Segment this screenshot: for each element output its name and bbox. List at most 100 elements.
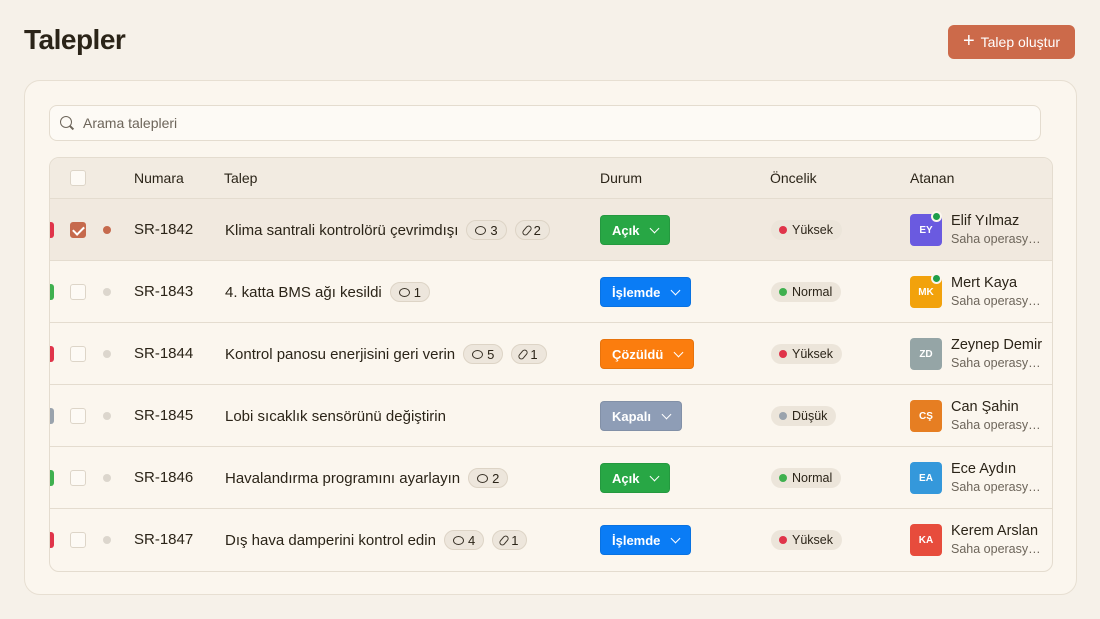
attachment-count-badge: 1	[511, 344, 547, 364]
request-title-cell[interactable]: 4. katta BMS ağı kesildi 1	[225, 280, 430, 304]
table-row[interactable]: SR-1847 Dış hava damperini kontrol edin 4 1…	[50, 509, 1052, 571]
assignee-cell[interactable]: ZD Zeynep Demir Saha operasyonları	[910, 335, 1052, 373]
request-title[interactable]: Kontrol panosu enerjisini geri verin	[225, 346, 455, 363]
row-checkbox[interactable]	[70, 408, 86, 424]
paperclip-icon	[520, 223, 533, 237]
request-title[interactable]: Lobi sıcaklık sensörünü değiştirin	[225, 408, 446, 425]
online-status-dot	[931, 273, 942, 284]
assignee-team: Saha operasyonları	[951, 480, 1046, 494]
request-title[interactable]: Havalandırma programını ayarlayın	[225, 470, 460, 487]
comment-count-badge: 4	[443, 530, 485, 550]
avatar: ZD	[910, 338, 942, 370]
comment-count: 4	[467, 532, 476, 548]
request-title[interactable]: 4. katta BMS ağı kesildi	[225, 284, 382, 301]
unread-dot	[103, 226, 111, 234]
row-checkbox[interactable]	[70, 222, 86, 238]
column-header-priority[interactable]: Öncelik	[770, 170, 817, 186]
request-title-cell[interactable]: Lobi sıcaklık sensörünü değiştirin	[225, 404, 446, 428]
request-title[interactable]: Dış hava damperini kontrol edin	[225, 532, 436, 549]
priority-indicator-bar	[50, 532, 54, 548]
request-number[interactable]: SR-1846	[134, 469, 193, 486]
paperclip-icon	[517, 347, 530, 361]
comment-count-badge: 5	[463, 344, 504, 364]
comment-count: 5	[487, 346, 495, 362]
request-number[interactable]: SR-1845	[134, 407, 193, 424]
request-title[interactable]: Klima santrali kontrolörü çevrimdışı	[225, 222, 458, 239]
avatar-initials: MK	[918, 286, 934, 298]
request-number[interactable]: SR-1843	[134, 283, 193, 300]
status-dropdown[interactable]: Açık	[600, 215, 671, 245]
read-dot	[103, 474, 111, 482]
row-checkbox[interactable]	[70, 284, 86, 300]
paperclip-icon	[498, 533, 511, 547]
assignee-name: Mert Kaya	[951, 275, 1018, 291]
status-dropdown[interactable]: İşlemde	[600, 277, 692, 307]
assignee-cell[interactable]: KA Kerem Arslan Saha operasyonları	[910, 521, 1052, 559]
table-row[interactable]: SR-1845 Lobi sıcaklık sensörünü değiştiri…	[50, 385, 1052, 447]
assignee-cell[interactable]: MK Mert Kaya Saha operasyonları	[910, 273, 1052, 311]
assignee-name: Kerem Arslan	[951, 523, 1039, 539]
request-title-cell[interactable]: Kontrol panosu enerjisini geri verin 5 1	[225, 342, 547, 366]
attachment-count: 1	[511, 532, 519, 548]
column-header-number[interactable]: Numara	[134, 170, 184, 186]
table-row[interactable]: SR-1842 Klima santrali kontrolörü çevrimd…	[50, 199, 1052, 261]
assignee-cell[interactable]: CŞ Can Şahin Saha operasyonları	[910, 397, 1052, 435]
create-request-label: Talep oluştur	[980, 34, 1061, 50]
assignee-name: Ece Aydın	[951, 461, 1017, 477]
priority-dot	[779, 350, 787, 358]
request-number[interactable]: SR-1842	[134, 221, 193, 238]
assignee-team: Saha operasyonları	[951, 356, 1046, 370]
request-title-cell[interactable]: Havalandırma programını ayarlayın 2	[225, 466, 509, 490]
status-dropdown[interactable]: Açık	[600, 463, 671, 493]
priority-label: Normal	[792, 471, 833, 485]
request-title-cell[interactable]: Dış hava damperini kontrol edin 4 1	[225, 528, 528, 552]
row-checkbox[interactable]	[70, 346, 86, 362]
priority-label: Düşük	[792, 409, 828, 423]
online-status-dot	[931, 211, 942, 222]
read-dot	[103, 350, 111, 358]
select-all-checkbox[interactable]	[70, 170, 86, 186]
request-title-cell[interactable]: Klima santrali kontrolörü çevrimdışı 3 2	[225, 218, 550, 242]
create-request-button[interactable]: + Talep oluştur	[948, 25, 1075, 59]
column-header-request[interactable]: Talep	[224, 170, 257, 186]
plus-icon: +	[962, 30, 975, 52]
request-number[interactable]: SR-1844	[134, 345, 193, 362]
chevron-down-icon	[650, 471, 660, 481]
avatar-initials: EY	[919, 224, 933, 236]
request-number[interactable]: SR-1847	[134, 531, 193, 548]
row-checkbox[interactable]	[70, 470, 86, 486]
priority-badge: Yüksek	[771, 220, 842, 240]
row-checkbox[interactable]	[70, 532, 86, 548]
attachment-count-badge: 1	[492, 530, 528, 550]
column-header-status[interactable]: Durum	[600, 170, 642, 186]
priority-indicator-bar	[50, 346, 54, 362]
column-header-assignee[interactable]: Atanan	[910, 170, 954, 186]
priority-dot	[779, 536, 787, 544]
assignee-cell[interactable]: EY Elif Yılmaz Saha operasyonları	[910, 211, 1052, 249]
avatar-initials: CŞ	[919, 410, 933, 422]
status-dropdown[interactable]: İşlemde	[600, 525, 692, 555]
chevron-down-icon	[670, 533, 681, 543]
comment-icon	[398, 287, 410, 297]
priority-badge: Yüksek	[771, 344, 842, 364]
status-label: Açık	[612, 222, 640, 238]
search-box[interactable]	[49, 105, 1041, 141]
status-dropdown[interactable]: Çözüldü	[600, 339, 695, 369]
search-icon	[60, 115, 75, 131]
chevron-down-icon	[673, 347, 684, 357]
assignee-cell[interactable]: EA Ece Aydın Saha operasyonları	[910, 459, 1052, 497]
table-row[interactable]: SR-1843 4. katta BMS ağı kesildi 1 İşlemde N…	[50, 261, 1052, 323]
assignee-name: Zeynep Demir	[951, 337, 1043, 353]
chevron-down-icon	[661, 409, 672, 419]
table-row[interactable]: SR-1844 Kontrol panosu enerjisini geri ve…	[50, 323, 1052, 385]
read-dot	[103, 412, 111, 420]
priority-dot	[779, 226, 787, 234]
search-input[interactable]	[83, 115, 983, 131]
status-dropdown[interactable]: Kapalı	[600, 401, 683, 431]
comment-icon	[452, 535, 464, 545]
comment-count-badge: 3	[466, 220, 507, 240]
priority-indicator-bar	[50, 470, 54, 486]
priority-indicator-bar	[50, 284, 54, 300]
avatar: EA	[910, 462, 942, 494]
table-row[interactable]: SR-1846 Havalandırma programını ayarlayın…	[50, 447, 1052, 509]
